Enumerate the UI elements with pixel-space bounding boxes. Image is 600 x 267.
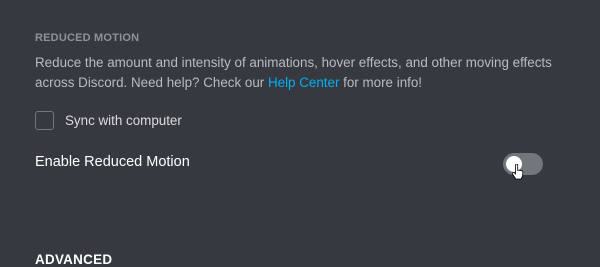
reduced-motion-section-title: REDUCED MOTION: [35, 32, 140, 44]
reduced-motion-description: Reduce the amount and intensity of anima…: [35, 53, 555, 93]
help-center-link[interactable]: Help Center: [268, 75, 339, 90]
hand-pointer-icon: [512, 164, 524, 180]
sync-with-computer-row[interactable]: Sync with computer: [35, 111, 182, 130]
sync-with-computer-checkbox[interactable]: [35, 111, 54, 130]
advanced-section-title: ADVANCED: [35, 252, 113, 267]
enable-reduced-motion-label: Enable Reduced Motion: [35, 154, 190, 170]
sync-with-computer-label: Sync with computer: [65, 113, 182, 128]
description-text-end: for more info!: [339, 75, 423, 90]
